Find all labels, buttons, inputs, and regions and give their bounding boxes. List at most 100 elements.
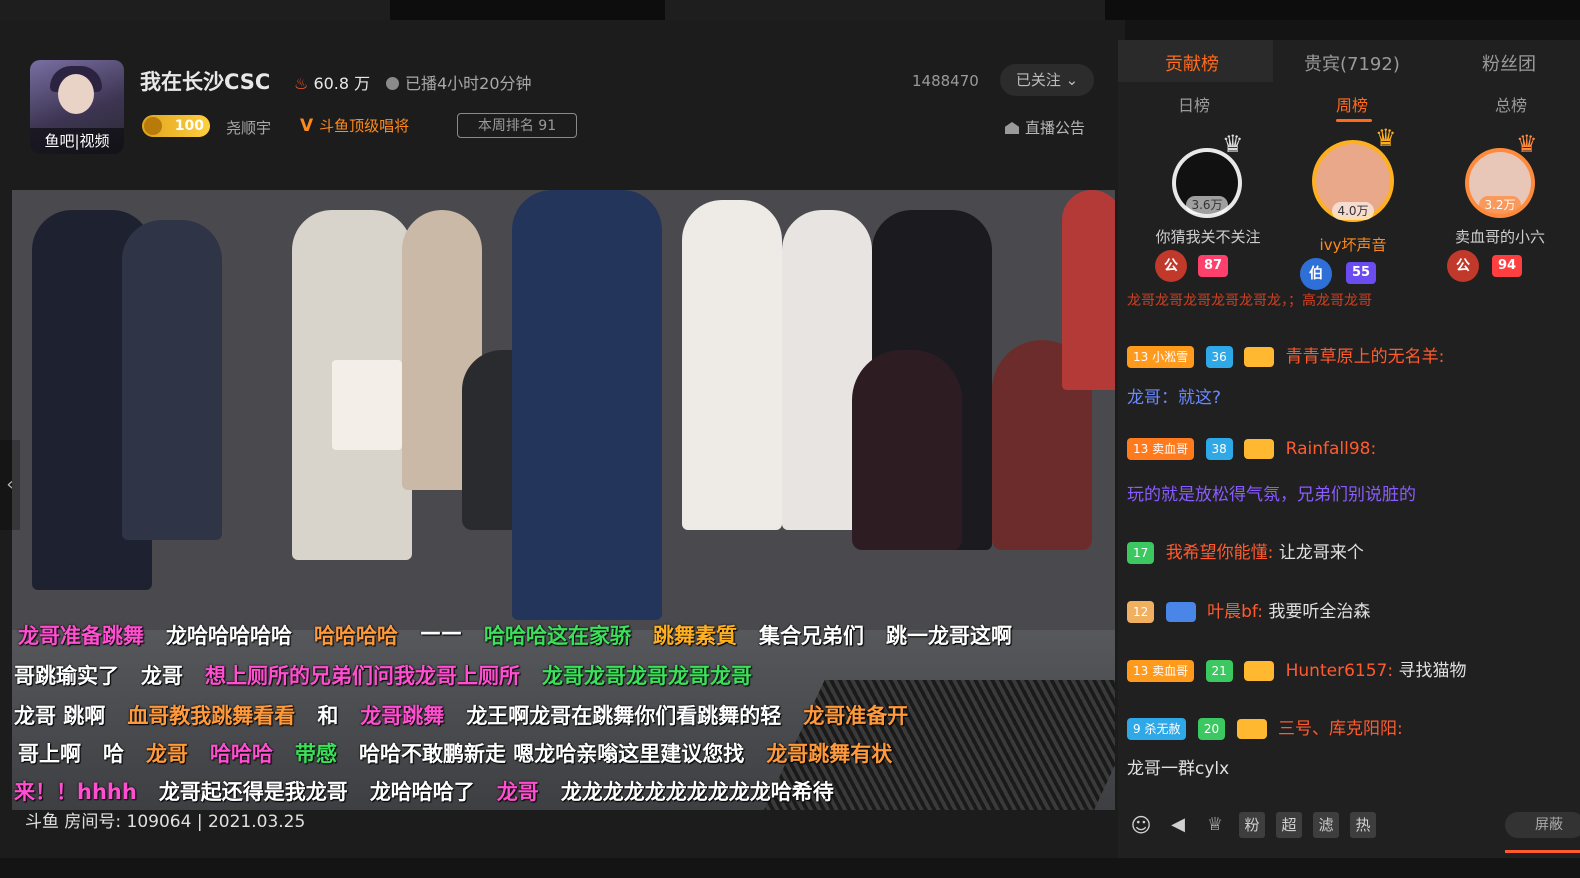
video-watermark: 斗鱼 房间号: 109064 | 2021.03.25 [25, 812, 306, 832]
house-icon [1005, 122, 1019, 134]
danmaku-comment: 哈哈哈 [210, 742, 273, 766]
top-bar-segment [665, 0, 1105, 20]
danmaku-comment: 龙哥 [141, 664, 183, 688]
fan-badge: 87 [1198, 255, 1229, 277]
noble-badge: 公 [1447, 250, 1479, 282]
top-user-avatar-1[interactable]: 4.0万 [1312, 140, 1394, 222]
top-user-name[interactable]: 卖血哥的小六 [1420, 226, 1580, 247]
room-number: 1488470 [912, 72, 979, 90]
hot-value: ♨ 60.8 万 [294, 70, 370, 94]
danmaku-comment: 龙哥 [496, 780, 539, 804]
top-user-avatar-2[interactable]: 3.6万 [1172, 148, 1242, 218]
danmaku-comment: 跳一龙哥这啊 [886, 624, 1012, 648]
chat-text-content: 龙哥：就这? [1127, 388, 1222, 408]
crown-icon: ♛ [1222, 130, 1244, 158]
streamer-avatar[interactable]: 鱼吧|视频 [30, 60, 124, 154]
danmaku-comment: 哈 [103, 742, 124, 766]
top-user-avatar-3[interactable]: 3.2万 [1465, 148, 1535, 218]
top-bar-segment [0, 0, 390, 22]
follow-label: 已关注 [1015, 71, 1061, 89]
cloud-icon [1244, 661, 1275, 681]
top-user-name[interactable]: 你猜我关不关注 [1128, 226, 1288, 247]
danmaku-comment: 跳舞素質 [653, 624, 737, 648]
cloud-icon [1244, 347, 1275, 367]
chat-message: 9 杀无赦 20 三号、库克阳阳: [1127, 714, 1403, 740]
danmaku-comment: 来！！hhhh [14, 780, 137, 804]
fan-level-badge: 38 [1205, 438, 1233, 460]
v-badge[interactable]: V 斗鱼顶级唱将 [300, 115, 409, 136]
chat-username[interactable]: Rainfall98: [1286, 439, 1377, 459]
emoji-icon[interactable]: ☺ [1128, 812, 1154, 838]
chat-text: 玩的就是放松得气氛，兄弟们别说脏的 [1127, 480, 1557, 505]
announcement-label: 直播公告 [1025, 119, 1086, 137]
fan-tool-button[interactable]: 粉 [1239, 812, 1265, 838]
weekly-rank[interactable]: 本周排名 91 [457, 113, 577, 138]
follow-button[interactable]: 已关注 ⌄ [1000, 64, 1094, 96]
level-gem-icon [144, 117, 162, 135]
cloud-icon [1236, 719, 1267, 739]
noble-badge: 伯 [1300, 258, 1332, 290]
cloud-icon [1244, 439, 1275, 459]
danmaku-comment: 集合兄弟们 [759, 624, 864, 648]
chat-message-partial: 龙哥龙哥龙哥龙哥龙哥龙，；高龙哥龙哥 [1127, 293, 1372, 309]
avatar-face [58, 74, 94, 114]
chat-username[interactable]: 叶晨bf: [1207, 602, 1263, 622]
chat-text: 龙哥一群cylx [1127, 754, 1229, 779]
subtab-total[interactable]: 总榜 [1495, 92, 1527, 116]
stream-duration: 已播4小时20分钟 [386, 70, 532, 94]
crown-icon: ♛ [1375, 124, 1397, 152]
top-user-name[interactable]: ivy坏声音 [1273, 234, 1433, 255]
announcement-button[interactable]: 直播公告 [1005, 117, 1085, 138]
accent-line [1505, 850, 1580, 853]
top-user-score: 3.2万 [1479, 196, 1521, 214]
clock-icon [386, 77, 399, 90]
super-tool-button[interactable]: 超 [1276, 812, 1302, 838]
top-bar [0, 0, 1580, 22]
streamer-name: 我在长沙CSC [140, 70, 271, 94]
danmaku-comment: 想上厕所的兄弟们问我龙哥上厕所 [205, 664, 520, 688]
chat-text-content: 我要听全治森 [1268, 602, 1371, 622]
block-button[interactable]: 屏蔽 [1505, 812, 1580, 838]
avatar-caption[interactable]: 鱼吧|视频 [30, 128, 124, 154]
v-icon: V [300, 116, 314, 136]
danmaku-comment: 血哥教我跳舞看看 [127, 704, 296, 728]
crowd-person [122, 220, 222, 540]
chevron-down-icon: ⌄ [1065, 71, 1079, 89]
crown-outline-icon[interactable]: ♕ [1202, 812, 1228, 838]
chat-username[interactable]: 三号、库克阳阳: [1278, 719, 1403, 739]
filter-tool-button[interactable]: 滤 [1313, 812, 1339, 838]
v-badge-text: 斗鱼顶级唱将 [319, 117, 410, 135]
chevron-left-icon[interactable]: ‹ [0, 440, 20, 530]
chat-text-content: 玩的就是放松得气氛，兄弟们别说脏的 [1127, 485, 1416, 505]
level-badge: 100 [142, 115, 210, 137]
subtab-weekly[interactable]: 周榜 [1336, 92, 1368, 116]
tab-fan-club[interactable]: 粉丝团 [1482, 50, 1536, 76]
tab-contribution[interactable]: 贡献榜 [1165, 50, 1219, 76]
chat-message: 13 卖血哥 38 Rainfall98: [1127, 438, 1376, 460]
chat-text: 龙哥：就这? [1127, 383, 1221, 408]
crowd-person [682, 200, 782, 530]
chat-username[interactable]: 青青草原上的无名羊: [1286, 347, 1445, 367]
hot-tool-button[interactable]: 热 [1350, 812, 1376, 838]
tab-vip[interactable]: 贵宾(7192) [1304, 50, 1400, 76]
fan-badge: 55 [1346, 262, 1377, 284]
danmaku-comment: —— [420, 620, 462, 644]
chat-username[interactable]: Hunter6157: [1286, 661, 1393, 681]
flame-icon: ♨ [294, 74, 309, 93]
crowd-person [1062, 190, 1115, 390]
chat-text-content: 让龙哥来个 [1278, 543, 1364, 563]
chat-text-content: 寻找猫物 [1398, 661, 1467, 681]
fan-level-badge: 12 [1127, 601, 1155, 623]
noble-level-badge: 9 杀无赦 [1127, 718, 1187, 740]
subtab-daily[interactable]: 日榜 [1178, 92, 1210, 116]
fan-level-badge: 20 [1197, 718, 1226, 740]
chat-username[interactable]: 我希望你能懂: [1166, 543, 1274, 563]
danmaku-comment: 龙哥 跳啊 [14, 704, 106, 728]
owner-label[interactable]: 尧顺宇 [226, 117, 271, 138]
noble-badge: 公 [1155, 250, 1187, 282]
danmaku-comment: 龙哥 [146, 742, 188, 766]
crown-icon: ♛ [1516, 130, 1538, 158]
megaphone-icon[interactable]: ◀ [1165, 812, 1191, 838]
fan-level-badge: 17 [1127, 542, 1155, 564]
chat-message: 17 我希望你能懂: 让龙哥来个 [1127, 538, 1364, 564]
